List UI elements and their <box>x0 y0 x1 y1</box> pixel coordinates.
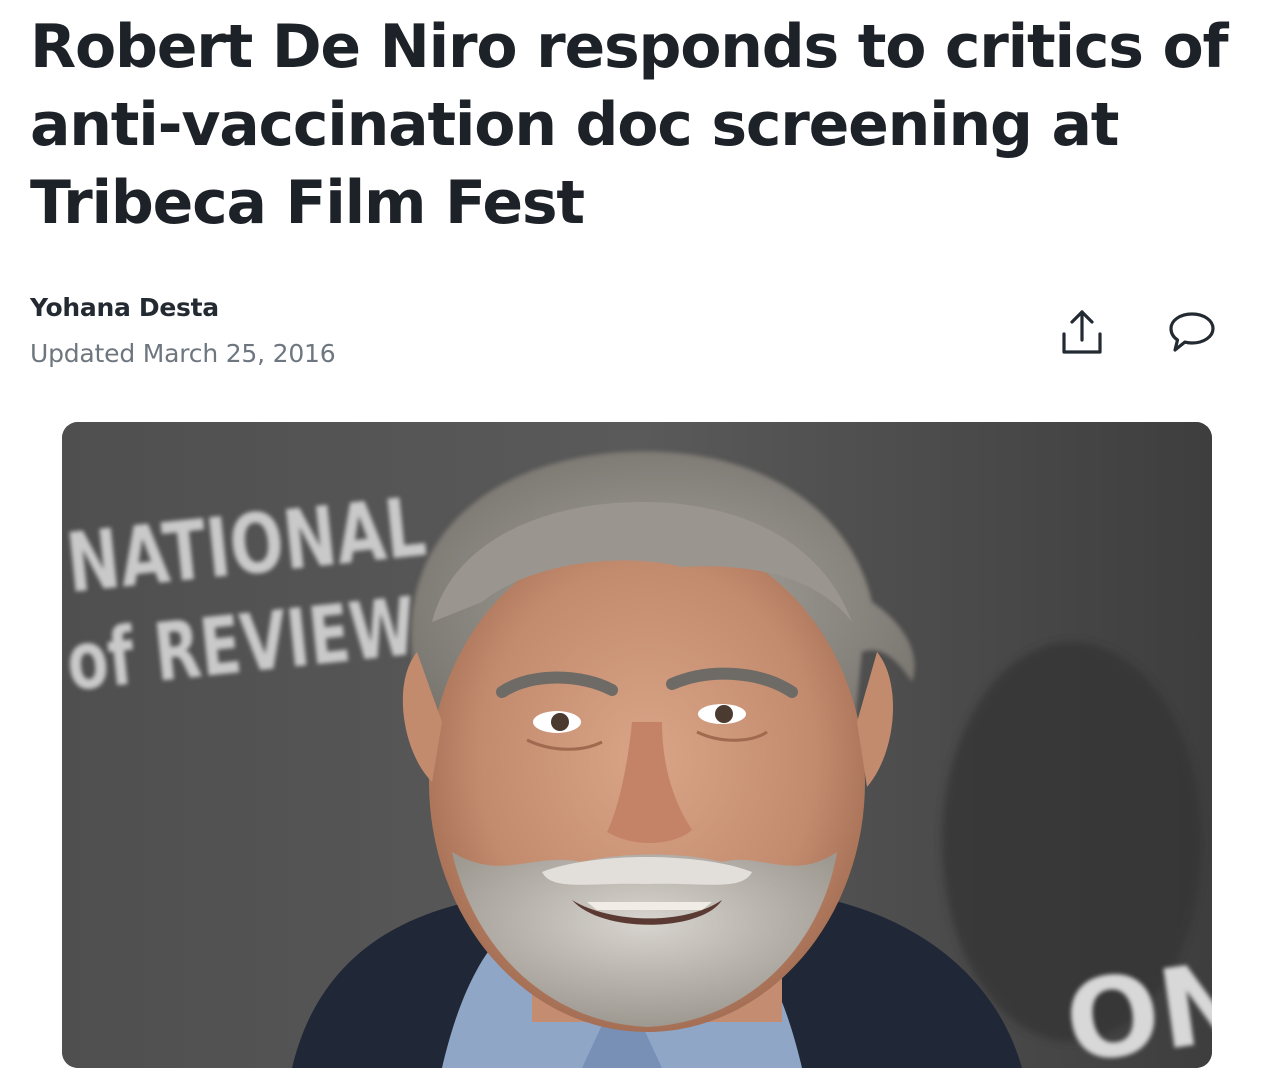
updated-timestamp: Updated March 25, 2016 <box>30 339 336 368</box>
share-button[interactable] <box>1058 308 1106 358</box>
hero-photo: NATIONAL of REVIEW ON <box>62 422 1212 1068</box>
author-name[interactable]: Yohana Desta <box>30 292 335 324</box>
hero-image[interactable]: NATIONAL of REVIEW ON <box>62 422 1212 1068</box>
byline: Yohana Desta Updated March 25, 2016 <box>30 292 336 370</box>
comments-button[interactable] <box>1168 308 1216 358</box>
article-headline: Robert De Niro responds to critics of an… <box>30 12 1229 238</box>
article: Robert De Niro responds to critics of an… <box>0 0 1264 1084</box>
article-actions <box>1058 308 1216 358</box>
share-icon <box>1060 308 1104 359</box>
comment-icon <box>1168 310 1216 357</box>
